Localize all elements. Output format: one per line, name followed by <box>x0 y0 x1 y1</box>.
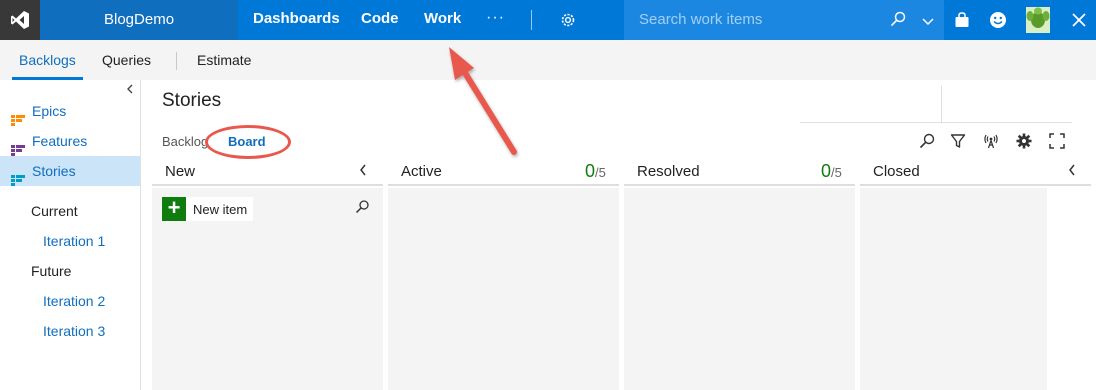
user-avatar[interactable] <box>1026 7 1050 33</box>
stories-backlog-icon <box>11 166 25 196</box>
pivot-backlog[interactable]: Backlog <box>162 134 208 149</box>
board-column-resolved: Resolved 0/5 <box>624 160 855 390</box>
wip-limit: /5 <box>595 165 606 180</box>
column-body <box>624 188 855 390</box>
plus-icon: + <box>162 197 186 221</box>
sidebar-item-epics[interactable]: Epics <box>0 96 140 126</box>
tab-queries[interactable]: Queries <box>102 40 151 80</box>
nav-work[interactable]: Work <box>424 0 461 40</box>
board-column-closed: Closed <box>860 160 1091 390</box>
sidebar-item-iteration-1[interactable]: Iteration 1 <box>43 226 105 256</box>
column-name: Resolved <box>637 163 700 180</box>
column-search-icon[interactable] <box>355 200 369 219</box>
sidebar-item-label: Features <box>32 133 88 149</box>
sidebar-item-features[interactable]: Features <box>0 126 140 156</box>
column-header: Closed <box>860 160 1091 186</box>
board-column-active: Active 0/5 <box>388 160 619 390</box>
sidebar-item-iteration-2[interactable]: Iteration 2 <box>43 286 105 316</box>
collapse-column-icon[interactable] <box>1068 163 1076 180</box>
wip-limit-counter: 0/5 <box>585 161 606 182</box>
more-nav-button[interactable]: ··· <box>486 0 505 36</box>
wip-limit: /5 <box>831 165 842 180</box>
collapse-column-icon[interactable] <box>359 163 367 180</box>
live-updates-icon[interactable] <box>983 133 999 154</box>
wip-count: 0 <box>585 161 596 181</box>
wip-count: 0 <box>821 161 832 181</box>
sidebar-item-stories[interactable]: Stories <box>0 156 140 186</box>
board-column-new: New + New item <box>152 160 383 390</box>
board-search-icon[interactable] <box>919 133 935 154</box>
wip-limit-counter: 0/5 <box>821 161 842 182</box>
nav-divider <box>531 10 532 30</box>
column-body <box>860 188 1047 390</box>
column-name: New <box>165 163 196 180</box>
sidebar-item-iteration-3[interactable]: Iteration 3 <box>43 316 105 346</box>
column-header: Resolved 0/5 <box>624 160 855 186</box>
new-item-button[interactable]: + New item <box>162 197 254 221</box>
column-body <box>388 188 619 390</box>
feedback-smiley-icon[interactable] <box>989 11 1007 34</box>
left-navigation: Epics Features Stories Current Iteration… <box>0 80 141 390</box>
chevron-down-icon[interactable] <box>922 14 934 32</box>
nav-dashboards[interactable]: Dashboards <box>253 0 340 40</box>
iteration-group-current: Current <box>31 203 78 219</box>
search-icon[interactable] <box>890 11 906 32</box>
nav-code[interactable]: Code <box>361 0 399 40</box>
tab-estimate[interactable]: Estimate <box>197 40 251 80</box>
column-name: Active <box>401 163 442 180</box>
hub-divider <box>176 52 177 70</box>
header-divider <box>800 122 941 123</box>
annotation-highlight-oval <box>205 125 291 159</box>
filter-icon[interactable] <box>950 133 966 154</box>
sidebar-item-label: Stories <box>32 163 76 179</box>
collapse-panel-icon[interactable] <box>126 83 134 97</box>
iteration-group-future: Future <box>31 263 72 279</box>
close-icon[interactable] <box>1071 12 1087 33</box>
header-panel-frame <box>941 86 1072 123</box>
sidebar-item-label: Epics <box>32 103 67 119</box>
hub-bar: Backlogs Queries Estimate <box>0 40 1096 80</box>
search-work-items-box[interactable]: Search work items <box>624 0 944 40</box>
column-header: Active 0/5 <box>388 160 619 186</box>
visual-studio-logo-icon[interactable] <box>0 0 40 40</box>
settings-gear-icon[interactable] <box>1016 133 1032 154</box>
column-name: Closed <box>873 163 920 180</box>
page-title: Stories <box>162 90 222 111</box>
settings-gear-icon[interactable] <box>559 11 577 34</box>
top-bar: BlogDemo Dashboards Code Work ··· Search… <box>0 0 1096 40</box>
new-item-label: New item <box>193 201 248 217</box>
column-header: New <box>152 160 383 186</box>
marketplace-bag-icon[interactable] <box>954 12 970 33</box>
fullscreen-icon[interactable] <box>1049 133 1065 154</box>
search-input[interactable]: Search work items <box>639 0 762 40</box>
project-name[interactable]: BlogDemo <box>40 0 238 40</box>
tab-backlogs[interactable]: Backlogs <box>12 40 83 80</box>
